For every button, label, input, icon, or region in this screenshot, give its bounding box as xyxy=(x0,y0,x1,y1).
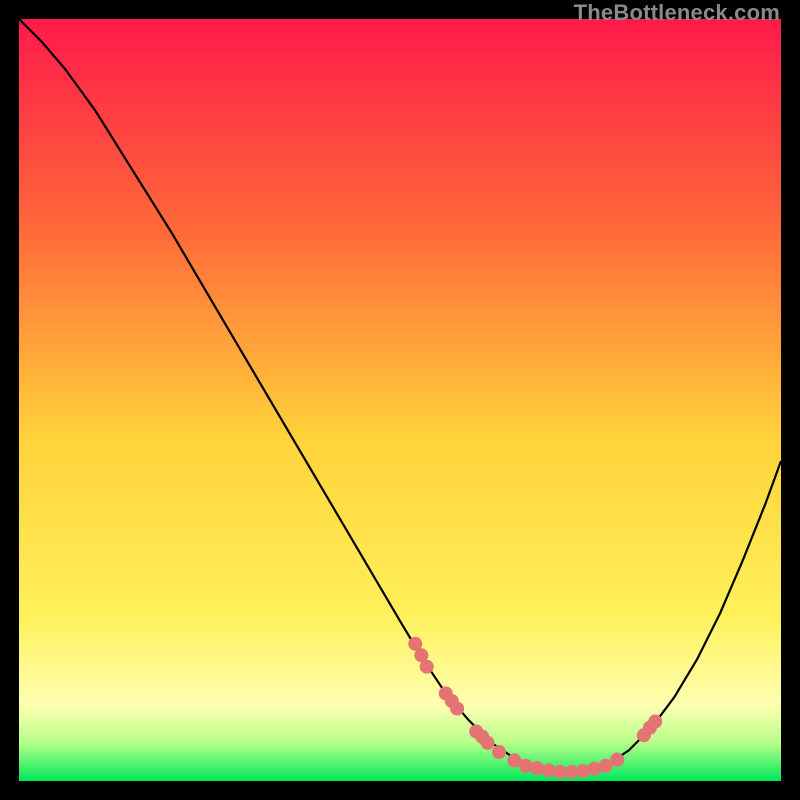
gradient-background xyxy=(19,19,781,781)
curve-marker xyxy=(420,660,434,674)
curve-marker xyxy=(610,753,624,767)
curve-marker xyxy=(492,745,506,759)
watermark-text: TheBottleneck.com xyxy=(574,0,780,26)
curve-marker xyxy=(648,715,662,729)
curve-marker xyxy=(450,702,464,716)
curve-marker xyxy=(481,736,495,750)
bottleneck-curve-chart xyxy=(19,19,781,781)
chart-frame xyxy=(19,19,781,781)
